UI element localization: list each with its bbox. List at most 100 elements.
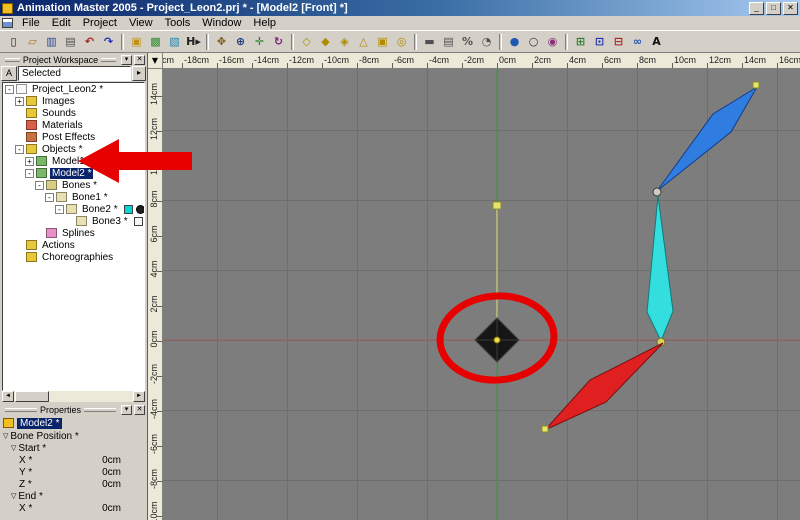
percent-button[interactable]: % [458,33,477,51]
menu-window[interactable]: Window [196,16,247,30]
undo-button[interactable]: ↶ [80,33,99,51]
snap-points-button[interactable]: ⊡ [590,33,609,51]
panel-collapse-button[interactable]: ▾ [121,404,132,415]
collapse-toggle[interactable]: - [15,144,24,154]
wireframe-view-button[interactable]: ○ [524,33,543,51]
menu-view[interactable]: View [123,16,159,30]
save-button[interactable]: ▥ [42,33,61,51]
tree-item-bone2[interactable]: - Bone2 * [3,203,144,215]
turn-tool-button[interactable]: ↻ [269,33,288,51]
tree-item-post-effects[interactable]: Post Effects [3,131,144,143]
title-bar[interactable]: Animation Master 2005 - Project_Leon2.pr… [0,0,800,16]
expand-toggle[interactable]: + [25,156,34,166]
minimize-button[interactable]: _ [749,1,764,15]
tree-item-project-leon2[interactable]: - Project_Leon2 * [3,83,144,95]
shaded-view-button[interactable]: ● [505,33,524,51]
property-end[interactable]: ▽ End * [1,490,147,502]
property-z[interactable]: Z * 0cm [1,478,147,490]
ruler-label: 6cm [149,225,159,243]
filter-selector[interactable]: Selected [18,66,131,81]
mode-bones-button[interactable]: ◈ [335,33,354,51]
property-start[interactable]: ▽ Start * [1,442,147,454]
print-button[interactable]: ▤ [61,33,80,51]
mode-modeling-button[interactable]: ◆ [316,33,335,51]
pan-tool-button[interactable]: ✥ [212,33,231,51]
redo-button[interactable]: ↷ [99,33,118,51]
menu-help[interactable]: Help [247,16,282,30]
tree-item-model1[interactable]: + Model1 [3,155,144,167]
mode-pose-button[interactable]: ◎ [392,33,411,51]
tree-item-choreographies[interactable]: Choreographies [3,251,144,263]
channels-button[interactable]: ▤ [439,33,458,51]
menu-edit[interactable]: Edit [46,16,77,30]
ruler-origin-button[interactable]: ▼ [148,53,163,69]
stereo-view-button[interactable]: ∞ [628,33,647,51]
panel-close-button[interactable]: ✕ [134,404,145,415]
mode-muscle-button[interactable]: △ [354,33,373,51]
property-value[interactable]: 0cm [102,503,147,514]
property-y[interactable]: Y * 0cm [1,466,147,478]
snap-grid-button[interactable]: ⊞ [571,33,590,51]
move-tool-button[interactable]: ✛ [250,33,269,51]
panel-close-button[interactable]: ✕ [134,54,145,65]
property-value[interactable]: 0cm [102,455,147,466]
library-images-button[interactable]: ▣ [127,33,146,51]
jump-to-frame-button[interactable]: H▸ [184,33,203,51]
tree-item-bones[interactable]: - Bones * [3,179,144,191]
maximize-button[interactable]: □ [766,1,781,15]
expand-toggle[interactable]: + [15,96,24,106]
new-button[interactable]: ▯ [4,33,23,51]
collapse-toggle[interactable]: - [45,192,54,202]
tree-item-objects[interactable]: - Objects * [3,143,144,155]
tree-item-sounds[interactable]: Sounds [3,107,144,119]
visibility-eye-icon[interactable] [135,204,144,214]
tree-item-images[interactable]: + Images [3,95,144,107]
tree-item-materials[interactable]: Materials [3,119,144,131]
zoom-tool-button[interactable]: ⊕ [231,33,250,51]
text-tool-button[interactable]: A [647,33,666,51]
menu-file[interactable]: File [16,16,46,30]
collapse-toggle[interactable]: - [35,180,44,190]
properties-object-row[interactable]: Model2 * [1,416,147,430]
bone-color-swatch[interactable] [123,204,133,214]
menu-tools[interactable]: Tools [159,16,197,30]
tree-item-splines[interactable]: Splines [3,227,144,239]
model-viewport[interactable]: ▼ -20cm -18cm -16cm -14cm -12cm -10cm -8cm -6cm… [148,53,800,520]
bone-color-swatch[interactable] [133,216,143,226]
tree-item-bone3[interactable]: Bone3 * [3,215,144,227]
textured-view-button[interactable]: ◉ [543,33,562,51]
library-models-button[interactable]: ▩ [146,33,165,51]
scroll-left-button[interactable]: ◄ [2,391,14,402]
collapse-toggle[interactable]: - [5,84,14,94]
tree-item-actions[interactable]: Actions [3,239,144,251]
menu-project[interactable]: Project [77,16,123,30]
library-actions-button[interactable]: ▧ [165,33,184,51]
properties-panel-header[interactable]: Properties ▾ ✕ [0,403,147,416]
mode-dynamics-button[interactable]: ▣ [373,33,392,51]
filter-all-button[interactable]: A [1,66,17,81]
property-x[interactable]: X * 0cm [1,502,147,514]
open-button[interactable]: ▱ [23,33,42,51]
mode-animate-button[interactable]: ◇ [297,33,316,51]
tree-hscrollbar[interactable]: ◄ ► [2,391,145,402]
collapse-toggle[interactable]: - [55,204,64,214]
property-value[interactable]: 0cm [102,467,147,478]
property-x[interactable]: X * 0cm [1,454,147,466]
filter-next-button[interactable]: ▸ [132,66,146,81]
viewport-canvas[interactable] [163,69,800,520]
property-value[interactable]: 0cm [102,479,147,490]
mirror-mode-button[interactable]: ⊟ [609,33,628,51]
tree-item-model2[interactable]: - Model2 * [3,167,144,179]
panel-collapse-button[interactable]: ▾ [121,54,132,65]
time-button[interactable]: ◔ [477,33,496,51]
scroll-thumb[interactable] [15,391,49,402]
collapse-toggle[interactable]: - [25,168,34,178]
frame-toggle-button[interactable]: ▬ [420,33,439,51]
workspace-panel-header[interactable]: Project Workspace ▾ ✕ [0,53,147,66]
close-button[interactable]: ✕ [783,1,798,15]
property-bone-position[interactable]: ▽ Bone Position * [1,430,147,442]
scroll-right-button[interactable]: ► [133,391,145,402]
mdi-document-icon[interactable] [2,18,13,28]
tree-item-bone1[interactable]: - Bone1 * [3,191,144,203]
scroll-track[interactable] [14,391,133,402]
